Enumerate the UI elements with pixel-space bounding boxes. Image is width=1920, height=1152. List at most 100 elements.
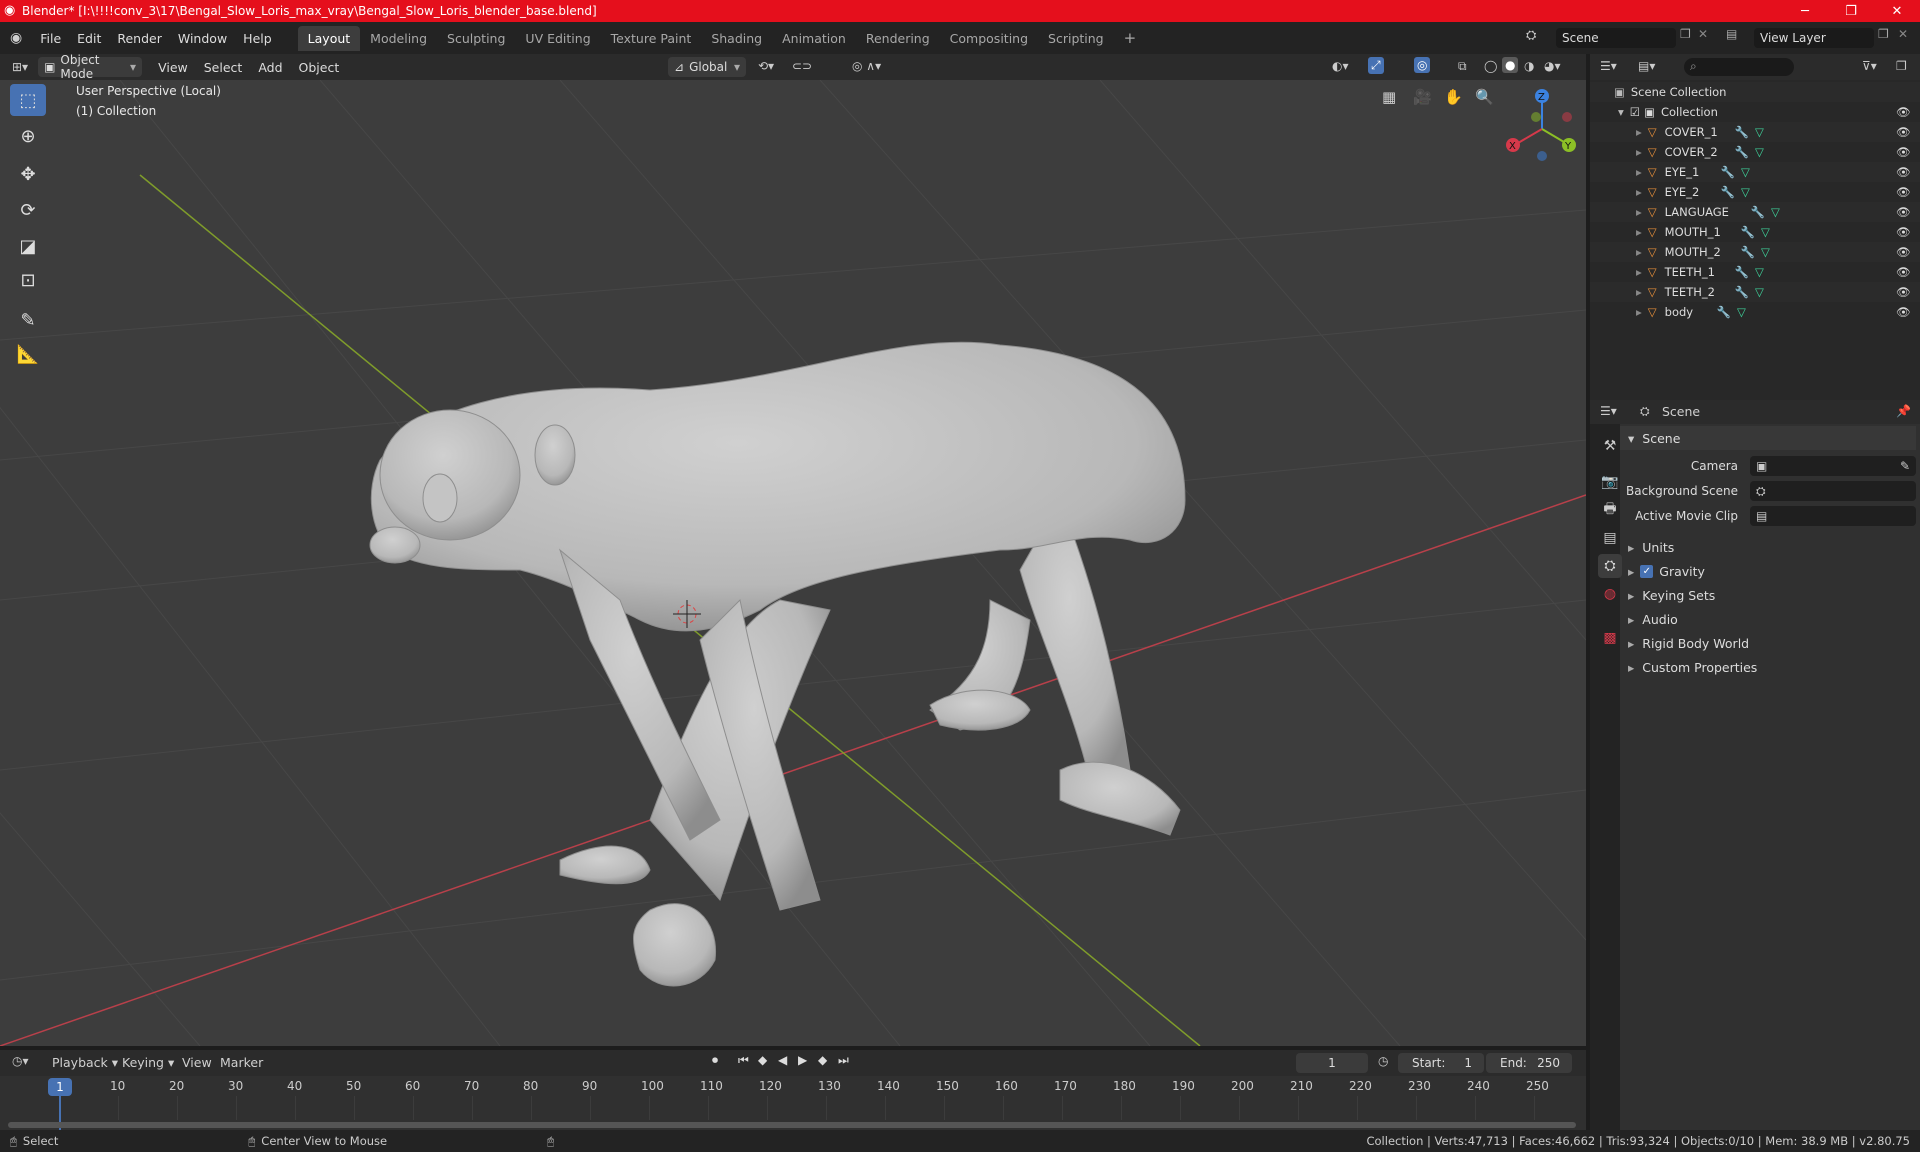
pan-view-icon[interactable]: ✋ [1444,88,1463,106]
panel-audio-header[interactable]: ▸ Audio [1620,607,1920,631]
overlay-toggle-icon[interactable]: ◎ [1414,57,1431,73]
tab-modeling[interactable]: Modeling [360,26,437,51]
menu-render[interactable]: Render [109,31,170,46]
eye-icon[interactable]: 👁 [1896,185,1911,199]
close-icon[interactable]: ✕ [1874,0,1920,22]
editor-type-icon[interactable]: ☰▾ [1600,404,1617,418]
modifier-wrench-icon[interactable]: 🔧 [1741,225,1755,239]
next-keyframe-icon[interactable]: ◆ [818,1053,827,1067]
expand-arrow-icon[interactable]: ▸ [1636,245,1642,259]
editor-type-icon[interactable]: ☰▾ [1600,59,1617,73]
modifier-wrench-icon[interactable]: 🔧 [1735,265,1749,279]
scene-field[interactable]: Scene [1556,28,1676,48]
eye-icon[interactable]: 👁 [1896,105,1911,119]
eye-icon[interactable]: 👁 [1896,125,1911,139]
menu-add[interactable]: Add [250,60,290,75]
perspective-toggle-icon[interactable]: ▦ [1382,88,1396,106]
menu-keying[interactable]: Keying ▾ [122,1055,174,1070]
eye-icon[interactable]: 👁 [1896,265,1911,279]
blender-menu-icon[interactable]: ◉ [10,30,22,46]
annotate-tool-icon[interactable]: ✎ [10,304,46,336]
proportional-edit-icon[interactable]: ◎ ∧▾ [852,59,881,73]
render-tab-icon[interactable]: 📷 [1598,470,1622,494]
mesh-data-icon[interactable]: ▽ [1737,305,1746,319]
panel-units-header[interactable]: ▸ Units [1620,535,1920,559]
new-view-layer-icon[interactable]: ❐ [1878,27,1889,41]
menu-marker[interactable]: Marker [220,1055,263,1070]
expand-arrow-icon[interactable]: ▸ [1636,145,1642,159]
tab-shading[interactable]: Shading [701,26,772,51]
preview-range-icon[interactable]: ◷ [1378,1054,1388,1068]
zoom-view-icon[interactable]: 🔍 [1475,88,1494,106]
display-mode-icon[interactable]: ▤▾ [1638,59,1655,73]
pivot-point-icon[interactable]: ⟲▾ [758,59,774,73]
view-layer-icon[interactable]: ▤ [1726,27,1737,41]
menu-window[interactable]: Window [170,31,235,46]
maximize-icon[interactable]: ❐ [1828,0,1874,22]
eye-icon[interactable]: 👁 [1896,165,1911,179]
modifier-wrench-icon[interactable]: 🔧 [1751,205,1765,219]
texture-tab-icon[interactable]: ▩ [1598,626,1622,650]
record-icon[interactable]: ⏺ [712,1053,718,1068]
delete-scene-icon[interactable]: ✕ [1698,27,1708,41]
measure-tool-icon[interactable]: 📐 [10,338,46,370]
world-tab-icon[interactable]: ◍ [1598,582,1622,606]
panel-keying-sets-header[interactable]: ▸ Keying Sets [1620,583,1920,607]
tab-rendering[interactable]: Rendering [856,26,940,51]
camera-view-icon[interactable]: 🎥 [1413,88,1432,106]
expand-arrow-icon[interactable]: ▸ [1636,185,1642,199]
tree-item-object[interactable]: ▸ ▽ LANGUAGE 🔧 ▽ 👁 [1590,202,1920,222]
move-tool-icon[interactable]: ✥ [10,158,46,190]
eye-icon[interactable]: 👁 [1896,285,1911,299]
collection-checkbox[interactable]: ☑ [1630,105,1640,119]
tree-item-object[interactable]: ▸ ▽ TEETH_2 🔧 ▽ 👁 [1590,282,1920,302]
menu-help[interactable]: Help [235,31,280,46]
tree-item-object[interactable]: ▸ ▽ COVER_1 🔧 ▽ 👁 [1590,122,1920,142]
rendered-shading-icon[interactable]: ◕▾ [1544,59,1561,73]
expand-arrow-icon[interactable]: ▸ [1636,285,1642,299]
new-collection-icon[interactable]: ❐ [1896,59,1907,73]
mode-dropdown[interactable]: ▣ Object Mode ▾ [38,53,143,81]
mesh-data-icon[interactable]: ▽ [1761,245,1770,259]
transform-tool-icon[interactable]: ⊡ [10,264,46,296]
new-scene-icon[interactable]: ❐ [1680,27,1691,41]
pin-icon[interactable]: 📌 [1896,404,1911,418]
add-workspace-icon[interactable]: + [1114,24,1147,52]
mesh-data-icon[interactable]: ▽ [1755,265,1764,279]
mesh-data-icon[interactable]: ▽ [1755,285,1764,299]
play-icon[interactable]: ▶ [798,1053,807,1067]
gravity-checkbox[interactable]: ✓ [1640,564,1654,578]
mesh-data-icon[interactable]: ▽ [1755,125,1764,139]
mesh-data-icon[interactable]: ▽ [1761,225,1770,239]
expand-arrow-icon[interactable]: ▸ [1636,165,1642,179]
expand-arrow-icon[interactable]: ▸ [1636,225,1642,239]
rotate-tool-icon[interactable]: ⟳ [10,194,46,226]
tab-sculpting[interactable]: Sculpting [437,26,515,51]
playhead-frame-indicator[interactable]: 1 [48,1078,72,1096]
editor-type-icon[interactable]: ⊞▾ [12,60,28,74]
modifier-wrench-icon[interactable]: 🔧 [1735,125,1749,139]
solid-shading-icon[interactable]: ● [1502,57,1519,73]
expand-arrow-icon[interactable]: ▸ [1636,125,1642,139]
outliner-search-input[interactable]: ⌕ [1684,58,1794,76]
current-frame-field[interactable]: 1 [1296,1053,1368,1073]
tab-compositing[interactable]: Compositing [940,26,1038,51]
expand-arrow-icon[interactable]: ▸ [1636,205,1642,219]
menu-playback[interactable]: Playback ▾ [52,1055,118,1070]
mesh-data-icon[interactable]: ▽ [1755,145,1764,159]
background-scene-field[interactable]: ⛭ [1750,481,1916,501]
tree-item-object[interactable]: ▸ ▽ EYE_2 🔧 ▽ 👁 [1590,182,1920,202]
tree-item-object[interactable]: ▸ ▽ MOUTH_2 🔧 ▽ 👁 [1590,242,1920,262]
tab-layout[interactable]: Layout [297,25,361,51]
play-reverse-icon[interactable]: ◀ [778,1053,787,1067]
modifier-wrench-icon[interactable]: 🔧 [1735,145,1749,159]
modifier-wrench-icon[interactable]: 🔧 [1741,245,1755,259]
tree-item-object[interactable]: ▸ ▽ EYE_1 🔧 ▽ 👁 [1590,162,1920,182]
end-frame-field[interactable]: End: 250 [1486,1053,1572,1073]
scene-tab-icon[interactable]: ⛭ [1598,554,1622,578]
scene-type-icon[interactable]: ⛭ [1526,28,1536,43]
eye-icon[interactable]: 👁 [1896,145,1911,159]
expand-arrow-icon[interactable]: ▸ [1636,305,1642,319]
menu-view[interactable]: View [150,60,196,75]
visibility-icon[interactable]: ◐▾ [1332,59,1349,73]
